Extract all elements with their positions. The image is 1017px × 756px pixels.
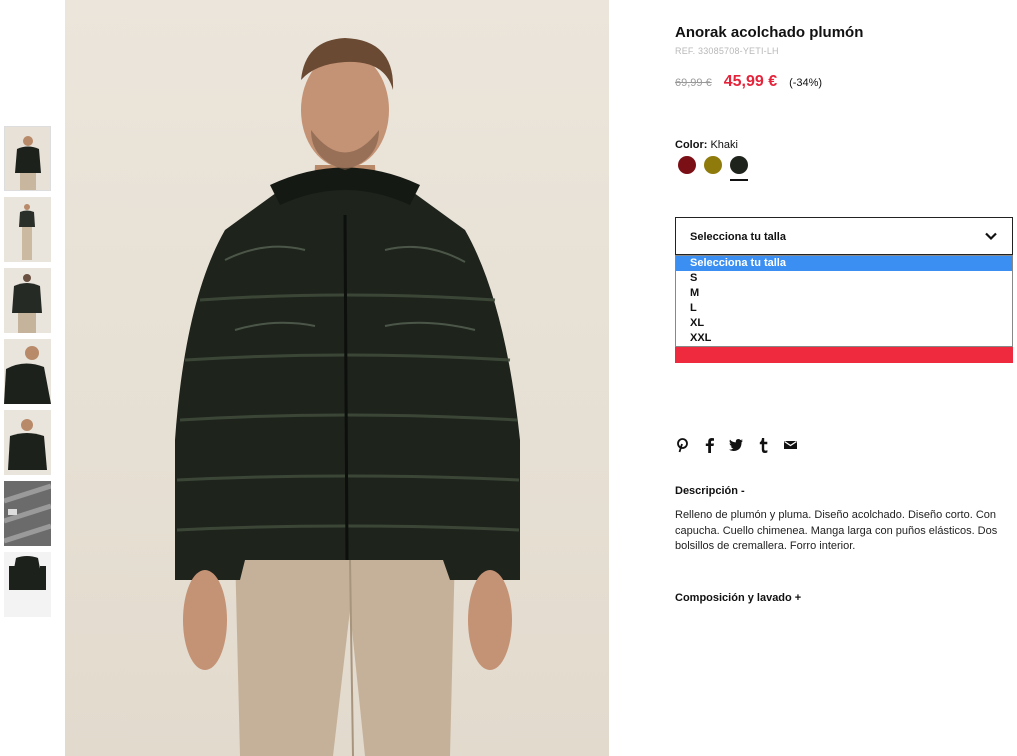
size-select-label: Selecciona tu talla xyxy=(690,231,786,243)
chevron-down-icon xyxy=(985,232,997,241)
thumbnail-4[interactable] xyxy=(4,339,51,404)
swatch-burgundy[interactable] xyxy=(678,156,696,174)
old-price: 69,99 € xyxy=(675,77,712,89)
size-option-m[interactable]: M xyxy=(676,286,1012,301)
facebook-icon[interactable] xyxy=(702,437,716,453)
color-label: Color: Khaki xyxy=(675,139,738,151)
size-select[interactable]: Selecciona tu talla xyxy=(675,217,1013,255)
discount-badge: (-34%) xyxy=(789,77,823,89)
pinterest-icon[interactable] xyxy=(675,437,689,453)
size-option-placeholder[interactable]: Selecciona tu talla xyxy=(676,256,1012,271)
color-value: Khaki xyxy=(710,139,738,151)
size-option-xl[interactable]: XL xyxy=(676,316,1012,331)
thumbnail-2[interactable] xyxy=(4,197,51,262)
size-dropdown: Selecciona tu talla S M L XL XXL xyxy=(675,255,1013,347)
sale-price: 45,99 € xyxy=(723,73,778,90)
price-row: 69,99 € 45,99 € (-34%) xyxy=(675,73,822,91)
size-option-l[interactable]: L xyxy=(676,301,1012,316)
tumblr-icon[interactable] xyxy=(756,437,770,453)
color-label-key: Color: xyxy=(675,139,708,151)
swatch-khaki[interactable] xyxy=(730,156,748,181)
composition-toggle[interactable]: Composición y lavado + xyxy=(675,592,801,604)
product-ref: REF. 33085708-YETI-LH xyxy=(675,46,779,56)
thumbnail-5[interactable] xyxy=(4,410,51,475)
thumbnail-1[interactable] xyxy=(4,126,51,191)
share-links xyxy=(675,437,810,453)
size-option-s[interactable]: S xyxy=(676,271,1012,286)
color-swatches xyxy=(678,156,756,181)
description-toggle[interactable]: Descripción - xyxy=(675,485,745,497)
swatch-mustard[interactable] xyxy=(704,156,722,174)
product-title: Anorak acolchado plumón xyxy=(675,24,864,41)
description-text: Relleno de plumón y pluma. Diseño acolch… xyxy=(675,509,998,552)
thumbnail-7[interactable] xyxy=(4,552,51,617)
thumbnail-3[interactable] xyxy=(4,268,51,333)
product-image xyxy=(65,0,609,756)
twitter-icon[interactable] xyxy=(729,437,743,453)
thumbnail-6[interactable] xyxy=(4,481,51,546)
email-icon[interactable] xyxy=(783,437,797,453)
size-option-xxl[interactable]: XXL xyxy=(676,331,1012,346)
thumbnail-strip xyxy=(4,126,52,623)
product-page: Anorak acolchado plumón REF. 33085708-YE… xyxy=(0,0,1017,756)
